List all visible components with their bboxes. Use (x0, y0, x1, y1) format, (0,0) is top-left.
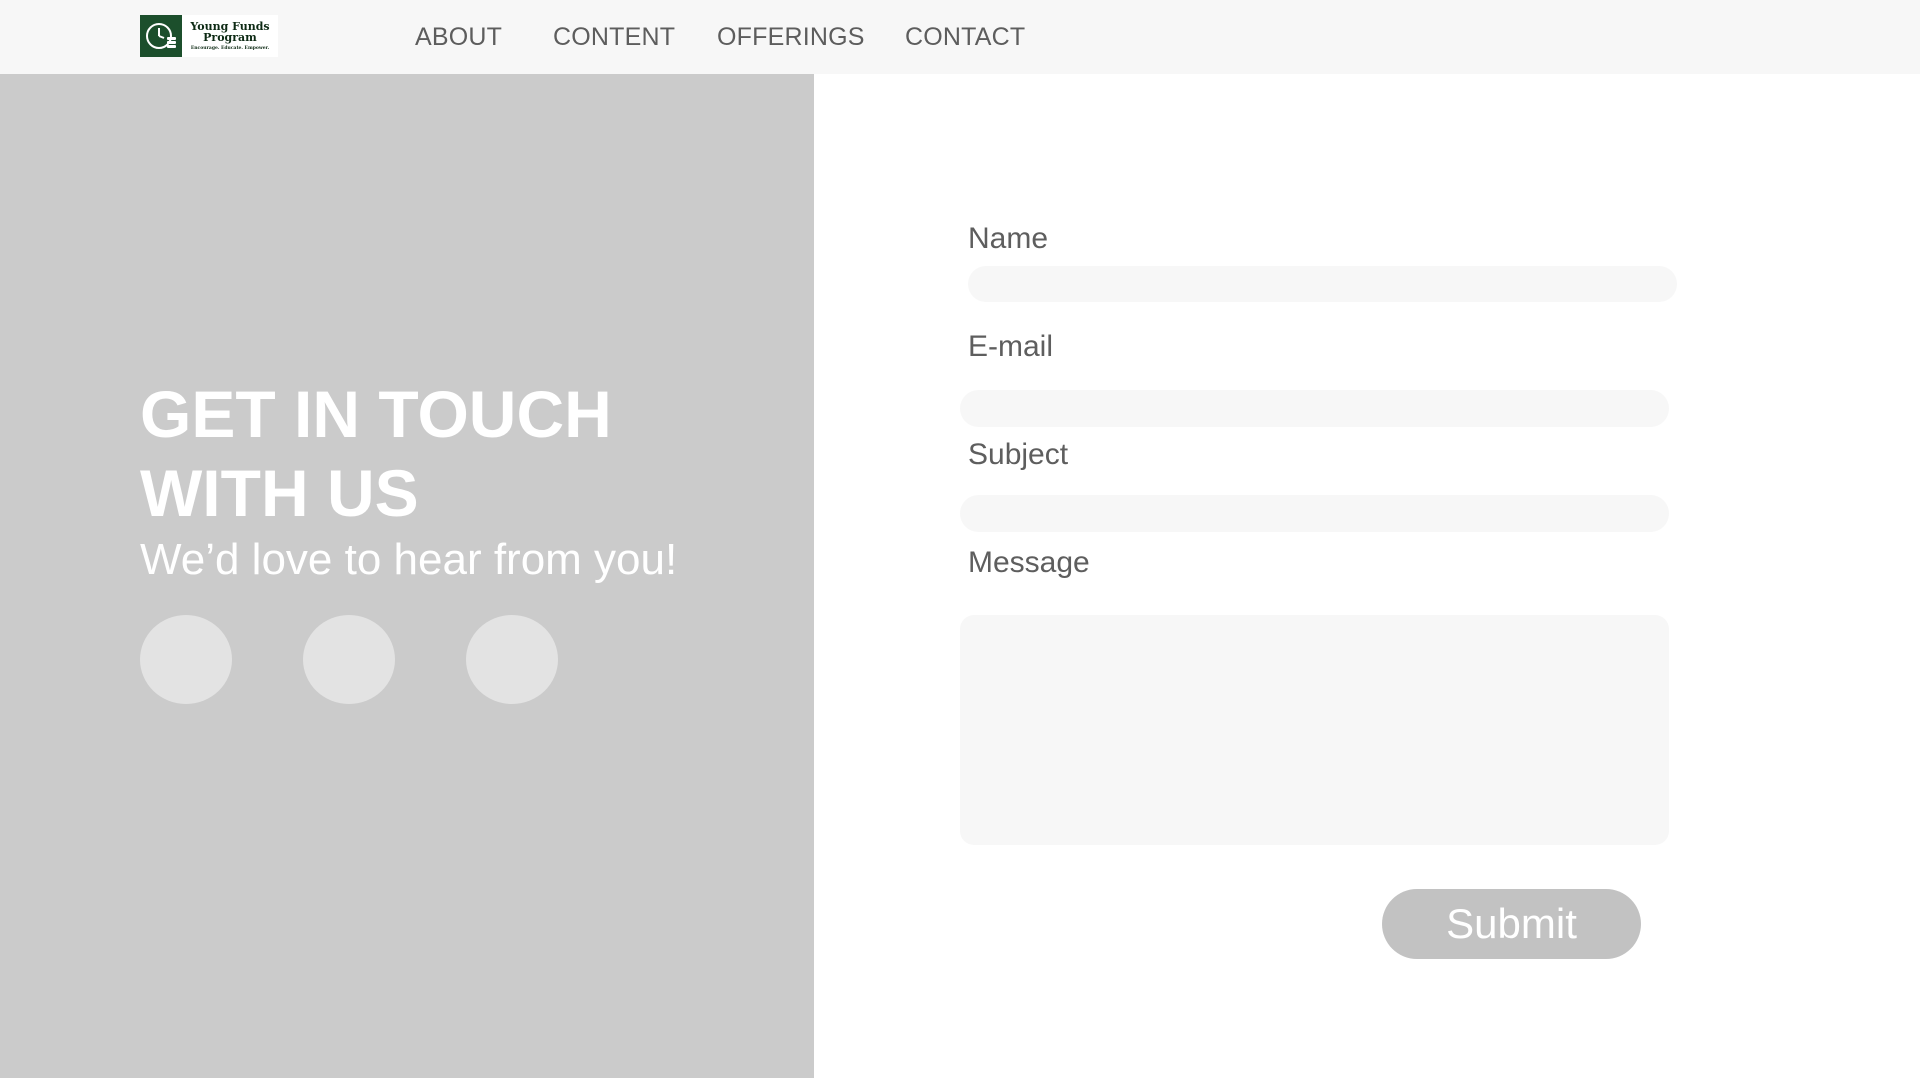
page-title: GET IN TOUCH WITH US (140, 375, 740, 533)
submit-button[interactable]: Submit (1382, 889, 1641, 959)
nav-content[interactable]: CONTENT (553, 0, 675, 74)
page-title-line2: WITH US (140, 456, 419, 530)
social-icon-1[interactable] (140, 615, 232, 704)
top-navigation-bar: Young Funds Program Encourage. Educate. … (0, 0, 1920, 74)
message-label: Message (968, 546, 1090, 579)
email-label: E-mail (968, 330, 1054, 363)
brand-tagline: Encourage. Educate. Empower. (190, 45, 270, 51)
email-field[interactable] (960, 390, 1669, 427)
brand-logo[interactable]: Young Funds Program Encourage. Educate. … (140, 15, 278, 57)
name-label: Name (968, 222, 1049, 255)
page-title-line1: GET IN TOUCH (140, 377, 612, 451)
page-subtitle: We’d love to hear from you! (140, 535, 678, 584)
name-field[interactable] (968, 266, 1677, 302)
message-field[interactable] (960, 615, 1669, 845)
social-icon-2[interactable] (303, 615, 395, 704)
brand-wordmark: Young Funds Program Encourage. Educate. … (182, 21, 278, 52)
subject-label: Subject (968, 438, 1069, 471)
nav-about[interactable]: ABOUT (415, 0, 502, 74)
clock-coins-icon (140, 15, 182, 57)
social-icon-3[interactable] (466, 615, 558, 704)
brand-name-line2: Program (203, 31, 257, 45)
subject-field[interactable] (960, 495, 1669, 532)
nav-contact[interactable]: CONTACT (905, 0, 1025, 74)
nav-offerings[interactable]: OFFERINGS (717, 0, 865, 74)
